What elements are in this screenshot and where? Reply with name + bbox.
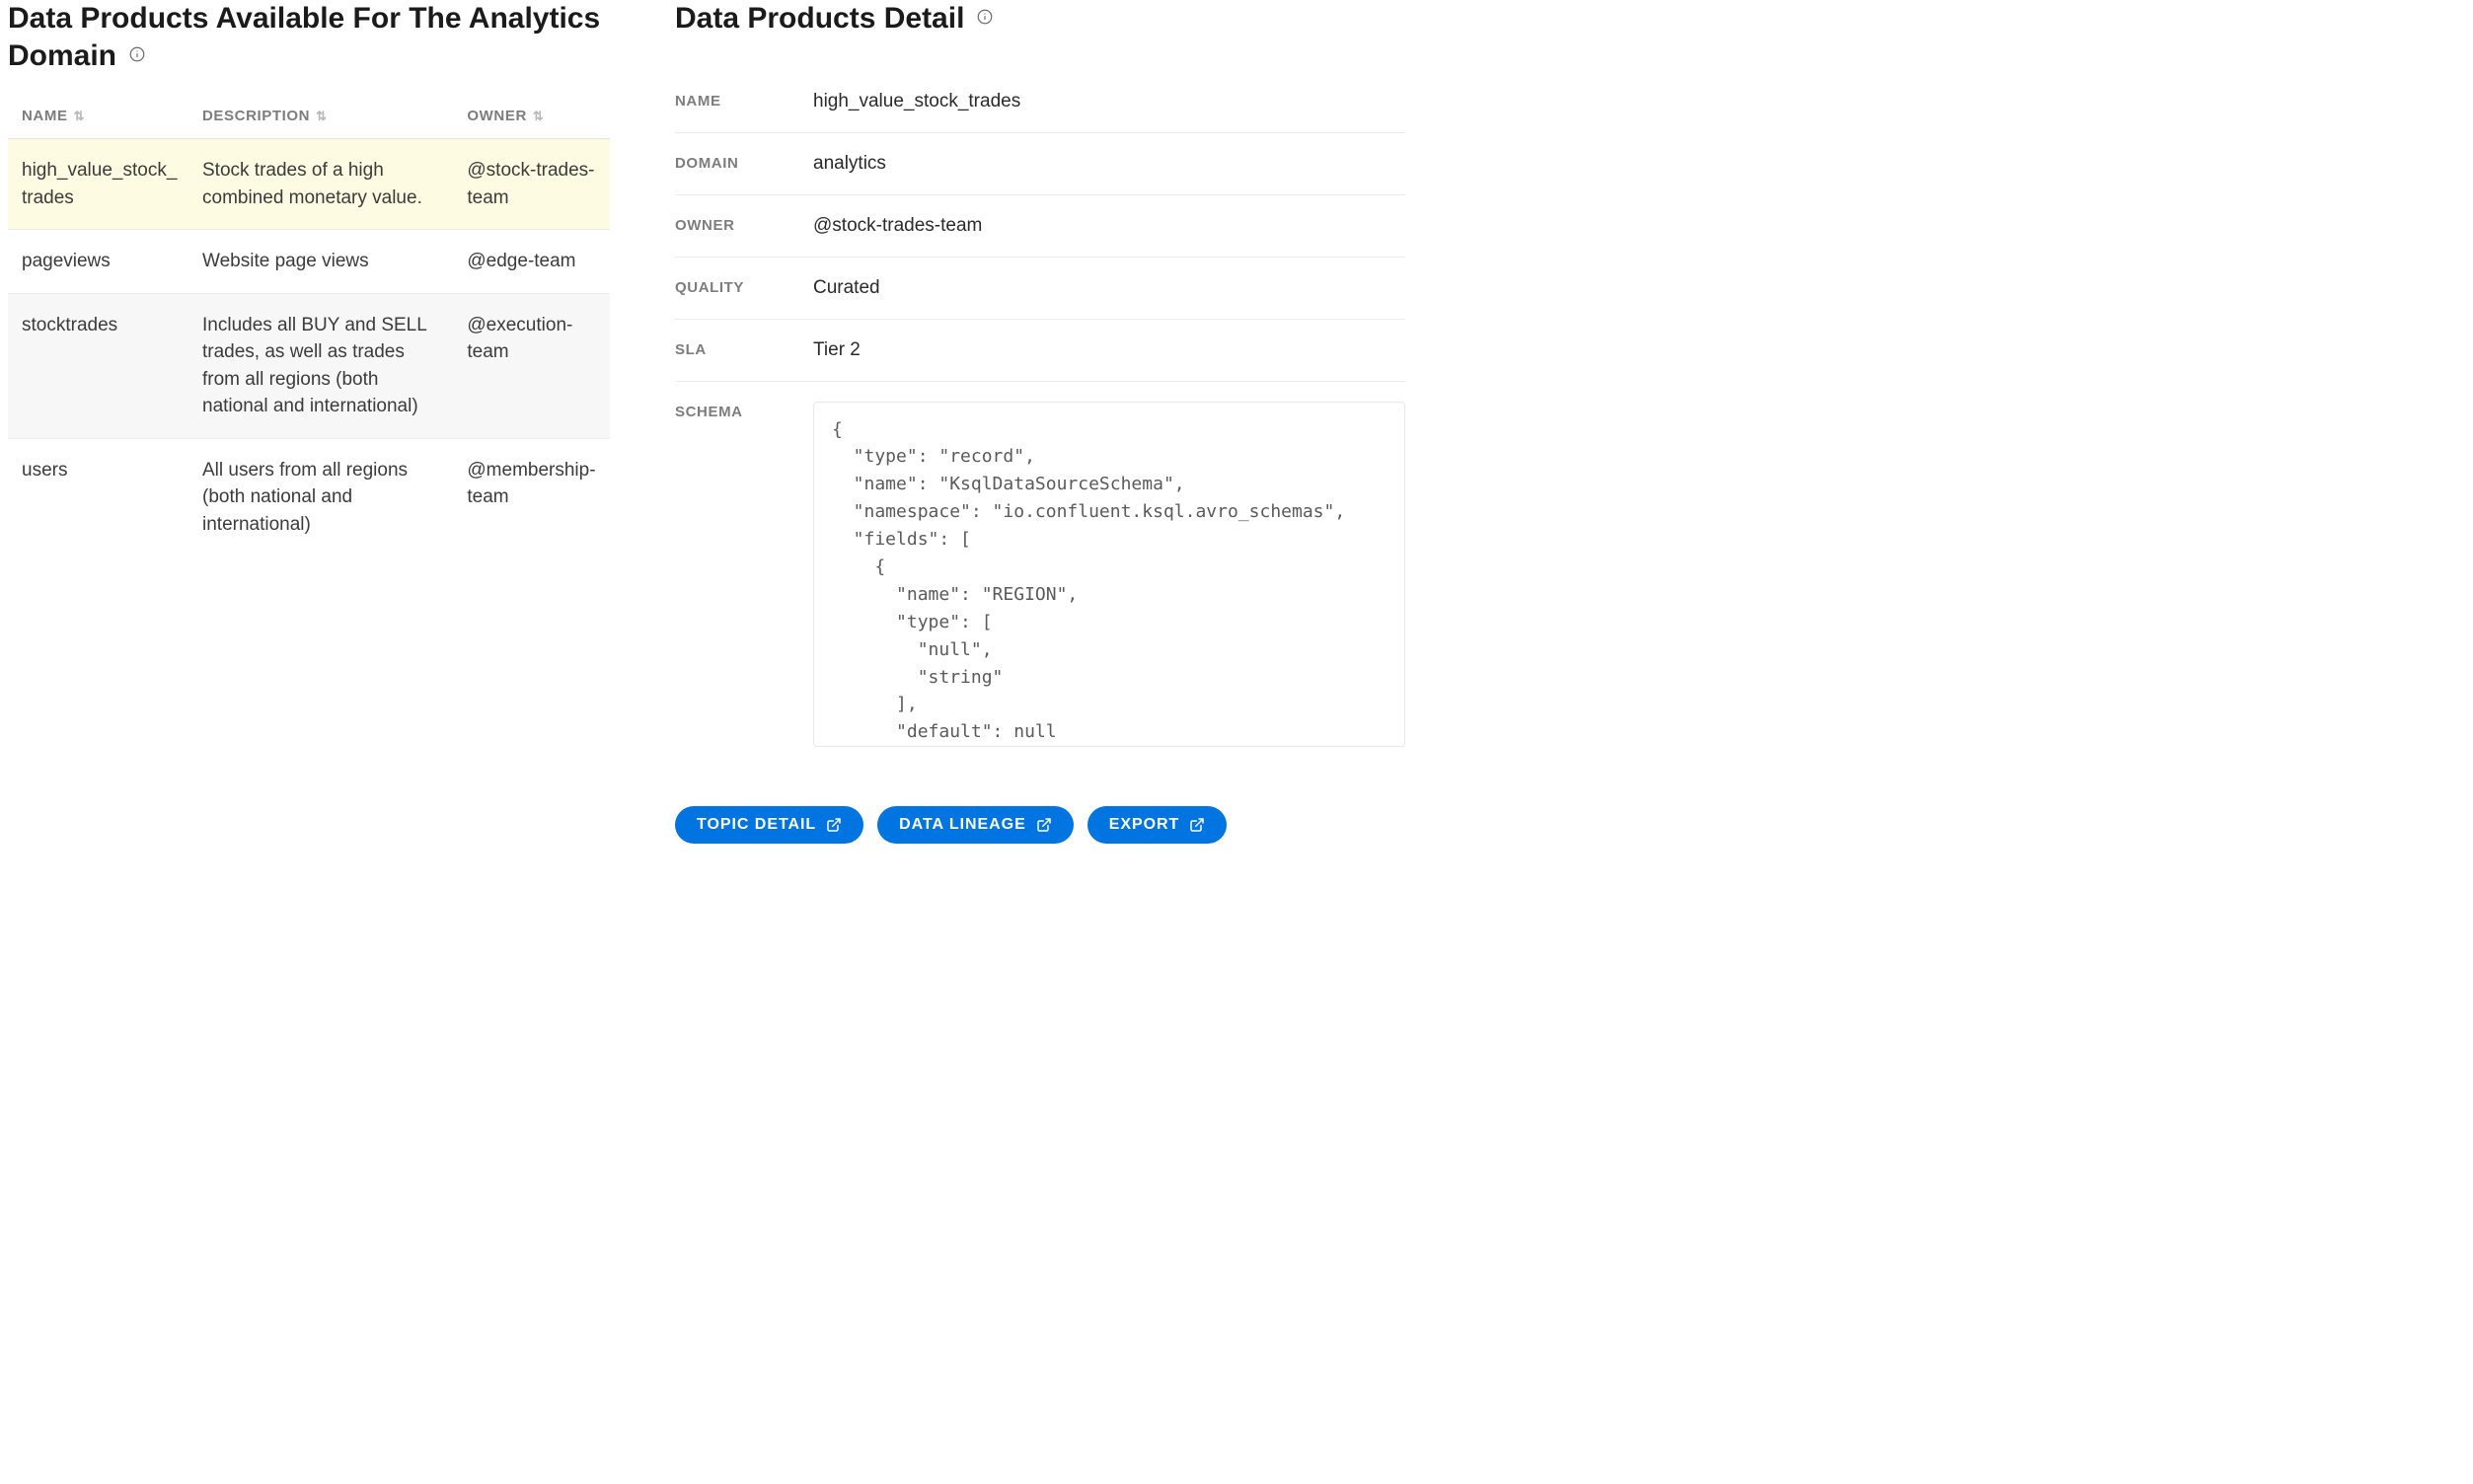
cell-description: Includes all BUY and SELL trades, as wel… — [188, 293, 453, 438]
schema-code-box[interactable]: { "type": "record", "name": "KsqlDataSou… — [813, 402, 1405, 747]
detail-row-schema: SCHEMA { "type": "record", "name": "Ksql… — [675, 382, 1405, 767]
detail-row-owner: OWNER @stock-trades-team — [675, 195, 1405, 258]
topic-detail-button[interactable]: TOPIC DETAIL — [675, 806, 863, 844]
cell-name: users — [8, 438, 188, 556]
detail-label: DOMAIN — [675, 153, 784, 172]
sort-icon: ⇅ — [316, 110, 328, 122]
column-header-label: DESCRIPTION — [202, 108, 310, 124]
cell-name: stocktrades — [8, 293, 188, 438]
column-header-label: NAME — [22, 108, 68, 124]
data-products-list-panel: Data Products Available For The Analytic… — [8, 0, 610, 844]
detail-value-owner: @stock-trades-team — [813, 215, 1405, 237]
detail-label: QUALITY — [675, 277, 784, 296]
cell-owner: @execution-team — [453, 293, 610, 438]
detail-row-sla: SLA Tier 2 — [675, 320, 1405, 382]
external-link-icon — [1189, 817, 1205, 833]
detail-label: SLA — [675, 339, 784, 358]
data-lineage-button[interactable]: DATA LINEAGE — [877, 806, 1074, 844]
export-button[interactable]: EXPORT — [1087, 806, 1228, 844]
cell-owner: @membership-team — [453, 438, 610, 556]
detail-row-name: NAME high_value_stock_trades — [675, 71, 1405, 133]
external-link-icon — [1036, 817, 1052, 833]
button-label: TOPIC DETAIL — [697, 816, 816, 834]
detail-label: NAME — [675, 91, 784, 110]
column-header-description[interactable]: DESCRIPTION ⇅ — [188, 94, 453, 139]
detail-value-domain: analytics — [813, 153, 1405, 175]
detail-row-domain: DOMAIN analytics — [675, 133, 1405, 195]
detail-label: OWNER — [675, 215, 784, 234]
detail-row-quality: QUALITY Curated — [675, 258, 1405, 320]
table-row[interactable]: stocktradesIncludes all BUY and SELL tra… — [8, 293, 610, 438]
sort-icon: ⇅ — [74, 110, 86, 122]
detail-button-row: TOPIC DETAIL DATA LINEAGE EXPORT — [675, 806, 1405, 844]
cell-description: Stock trades of a high combined monetary… — [188, 139, 453, 230]
column-header-label: OWNER — [467, 108, 527, 124]
info-icon[interactable] — [128, 45, 146, 63]
button-label: DATA LINEAGE — [899, 816, 1026, 834]
cell-description: Website page views — [188, 230, 453, 294]
info-icon[interactable] — [976, 8, 994, 26]
cell-description: All users from all regions (both nationa… — [188, 438, 453, 556]
table-row[interactable]: pageviewsWebsite page views@edge-team — [8, 230, 610, 294]
list-title: Data Products Available For The Analytic… — [8, 2, 600, 72]
column-header-owner[interactable]: OWNER ⇅ — [453, 94, 610, 139]
external-link-icon — [826, 817, 842, 833]
cell-owner: @stock-trades-team — [453, 139, 610, 230]
table-row[interactable]: high_value_stock_tradesStock trades of a… — [8, 139, 610, 230]
sort-icon: ⇅ — [533, 110, 545, 122]
detail-value-sla: Tier 2 — [813, 339, 1405, 361]
detail-label: SCHEMA — [675, 402, 784, 420]
detail-value-quality: Curated — [813, 277, 1405, 299]
table-row[interactable]: usersAll users from all regions (both na… — [8, 438, 610, 556]
detail-title: Data Products Detail — [675, 2, 964, 35]
cell-owner: @edge-team — [453, 230, 610, 294]
data-products-detail-panel: Data Products Detail NAME high_value_sto… — [675, 0, 1405, 844]
detail-value-name: high_value_stock_trades — [813, 91, 1405, 112]
cell-name: pageviews — [8, 230, 188, 294]
cell-name: high_value_stock_trades — [8, 139, 188, 230]
data-products-table: NAME ⇅ DESCRIPTION ⇅ OWNER ⇅ high_value_sto… — [8, 94, 610, 556]
column-header-name[interactable]: NAME ⇅ — [8, 94, 188, 139]
button-label: EXPORT — [1109, 816, 1180, 834]
